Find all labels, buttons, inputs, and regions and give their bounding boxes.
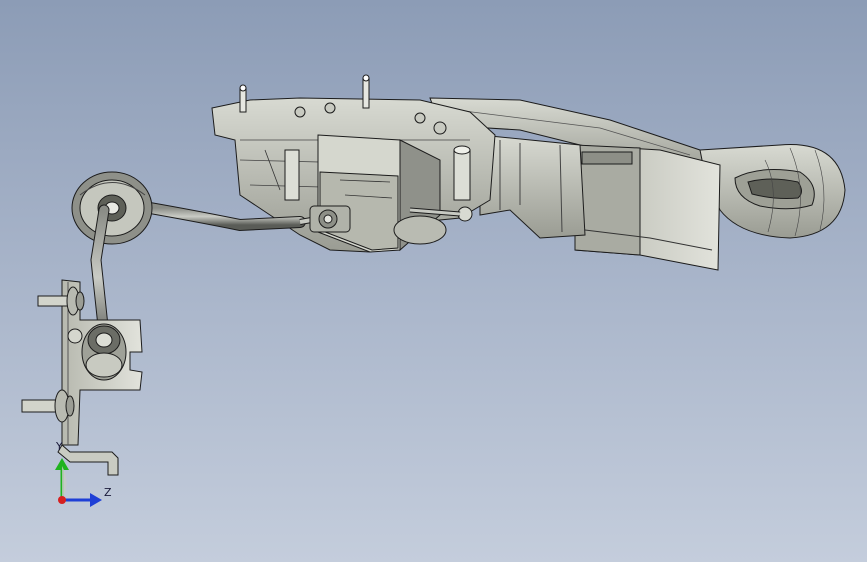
mounting-bracket (21, 279, 143, 476)
bolt-upper (37, 286, 85, 316)
cable-pulley (71, 171, 153, 245)
cad-3d-model-icon[interactable] (0, 0, 867, 562)
graphics-viewport[interactable]: Y Z (0, 0, 867, 562)
bolt-lower (21, 389, 75, 423)
axis-triad-icon (55, 458, 102, 507)
middle-frame (479, 134, 586, 239)
shift-knob (699, 144, 846, 239)
ball-joint (81, 323, 127, 381)
triad-z-label: Z (104, 486, 112, 499)
triad-y-label: Y (56, 440, 63, 453)
right-housing (574, 144, 721, 271)
cable-end-fitting (309, 205, 351, 233)
